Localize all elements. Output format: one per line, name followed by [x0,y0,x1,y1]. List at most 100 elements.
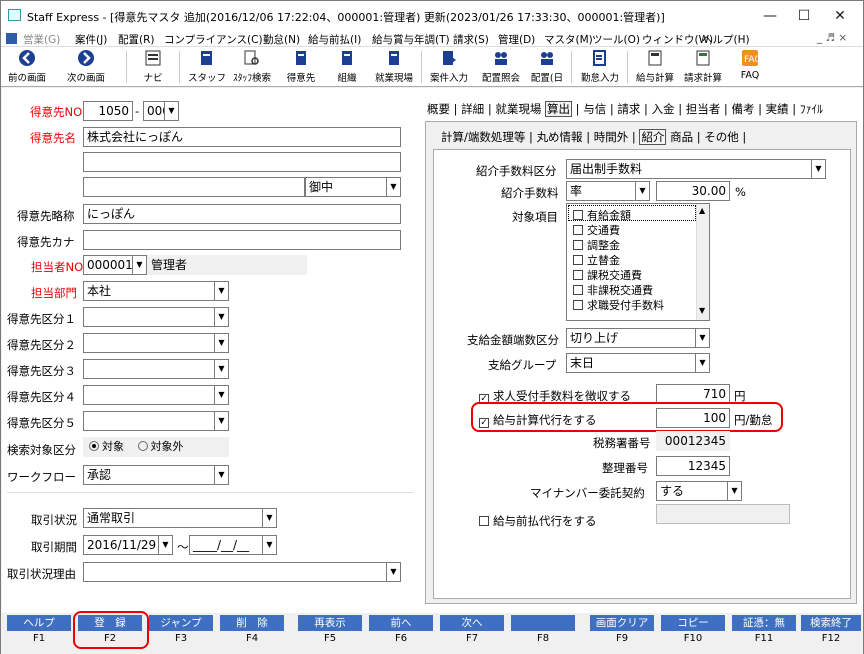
dept-select[interactable]: 本社 ▼ [83,281,229,301]
list-item[interactable]: 立替金 [573,252,620,268]
tab-files[interactable]: ﾌｧｲﾙ [800,102,823,116]
pay-group-select[interactable]: 末日 ▼ [566,353,710,373]
menu-haichi[interactable]: 配置(R) [118,32,155,47]
fee-value-input[interactable]: 30.00 [656,181,730,201]
trade-status-select[interactable]: 通常取引 ▼ [83,508,277,528]
reg-no-input[interactable]: 12345 [656,456,730,476]
staff-button[interactable]: スタッフ [187,49,227,84]
menu-seikyu[interactable]: 請求(S) [453,32,489,47]
customer-no-input[interactable]: 1050 [83,101,133,121]
menu-compliance[interactable]: コンプライアンス(C) [164,32,263,47]
tab-staff[interactable]: 担当者 [686,102,721,116]
worksite-button[interactable]: 就業現場 [371,49,417,84]
clear-screen-button[interactable]: 画面クリア [590,615,654,631]
list-scrollbar[interactable]: ▲ ▼ [696,204,709,320]
honorific-select[interactable]: 御中 ▼ [305,177,401,197]
menu-master[interactable]: マスタ(M) [544,32,593,47]
subtab-other[interactable]: その他 [704,130,739,144]
voucher-button[interactable]: 証憑：無 [732,615,796,631]
menu-help[interactable]: ヘルプ(H) [702,32,750,47]
subtab-referral[interactable]: 紹介 [639,129,667,145]
f8-button[interactable] [511,615,575,631]
tab-results[interactable]: 実績 [766,102,789,116]
delete-button[interactable]: 削 除 [220,615,284,631]
trade-to-input[interactable]: ____/__/__ ▼ [189,535,277,555]
trade-from-input[interactable]: 2016/11/29 ▼ [83,535,173,555]
customer-name3-input[interactable] [83,177,305,197]
search-target-on-radio[interactable]: 対象 [89,440,124,453]
customer-name2-input[interactable] [83,152,401,172]
list-item[interactable]: 調整金 [573,237,620,253]
class1-select[interactable]: ▼ [83,307,229,327]
menu-kintai[interactable]: 勤怠(N) [263,32,300,47]
tab-billing[interactable]: 請求 [617,102,640,116]
prev-screen-button[interactable]: 前の画面 [5,49,49,84]
attendance-input-button[interactable]: 勤怠入力 [577,49,623,84]
refresh-button[interactable]: 再表示 [298,615,362,631]
kana-input[interactable] [83,230,401,250]
placement-day-button[interactable]: 配置(日 [529,49,565,84]
org-button[interactable]: 組織 [331,49,363,84]
list-item[interactable]: 非課税交通費 [573,282,653,298]
fee-unit-select[interactable]: 率 ▼ [566,181,650,201]
minimize-button[interactable]: — [753,4,787,28]
tab-credit[interactable]: 与信 [583,102,606,116]
short-name-input[interactable]: にっぽん [83,204,401,224]
class3-select[interactable]: ▼ [83,359,229,379]
close-button[interactable]: ✕ [823,4,857,28]
class2-select[interactable]: ▼ [83,333,229,353]
advance-pay-checkbox[interactable]: 給与前払代行をする [479,513,597,529]
copy-button[interactable]: コピー [661,615,725,631]
workflow-select[interactable]: 承認 ▼ [83,465,229,485]
prev-button[interactable]: 前へ [369,615,433,631]
help-button[interactable]: ヘルプ [7,615,71,631]
class5-select[interactable]: ▼ [83,411,229,431]
scroll-up-icon[interactable]: ▲ [699,206,705,215]
menu-kyuyo[interactable]: 給与賞与年調(T) [372,32,450,47]
menu-kanri[interactable]: 管理(D) [498,32,535,47]
collect-fee-input[interactable]: 710 [656,384,730,404]
next-button[interactable]: 次へ [440,615,504,631]
payroll-calc-button[interactable]: 給与計算 [633,49,677,84]
menu-eigyo[interactable]: 営業(G) [23,32,60,47]
subtab-product[interactable]: 商品 [670,130,693,144]
next-screen-button[interactable]: 次の画面 [63,49,109,84]
customer-name-input[interactable]: 株式会社にっぽん [83,127,401,147]
tab-notes[interactable]: 備考 [731,102,754,116]
branch-select[interactable]: 000 ▼ [143,101,179,121]
case-input-button[interactable]: 案件入力 [426,49,472,84]
search-exit-button[interactable]: 検索終了 [801,615,861,631]
scroll-down-icon[interactable]: ▼ [699,306,705,315]
placement-inquiry-button[interactable]: 配置照会 [478,49,524,84]
rounding-select[interactable]: 切り上げ ▼ [566,328,710,348]
navi-button[interactable]: ナビ [135,49,171,84]
subtab-overtime[interactable]: 時間外 [594,130,629,144]
class4-select[interactable]: ▼ [83,385,229,405]
tab-overview[interactable]: 概要 [427,102,450,116]
list-item[interactable]: 求職受付手数料 [573,297,664,313]
staff-search-button[interactable]: ｽﾀｯﾌ検索 [229,49,275,84]
billing-calc-button[interactable]: 請求計算 [681,49,725,84]
faq-button[interactable]: FAQ FAQ [735,49,765,81]
target-items-list[interactable]: 有給金額 交通費 調整金 立替金 課税交通費 非課税交通費 求職受付手数料 ▲ … [566,203,710,321]
tab-detail[interactable]: 詳細 [461,102,484,116]
fee-kind-select[interactable]: 届出制手数料 ▼ [566,159,826,179]
subtab-marume[interactable]: 丸め情報 [537,130,583,144]
menu-anken[interactable]: 案件(J) [75,32,107,47]
mynumber-select[interactable]: する ▼ [656,481,742,501]
tab-worksite[interactable]: 就業現場 [495,102,541,116]
search-target-off-radio[interactable]: 対象外 [137,440,184,453]
list-item[interactable]: 交通費 [573,222,620,238]
jump-button[interactable]: ジャンプ [149,615,213,631]
list-item[interactable]: 有給金額 [573,207,631,223]
maximize-button[interactable]: ☐ [787,4,821,28]
trade-reason-select[interactable]: ▼ [83,562,401,582]
subtab-rounding[interactable]: 計算/端数処理等 [441,130,525,144]
customer-button[interactable]: 得意先 [281,49,321,84]
list-item[interactable]: 課税交通費 [573,267,642,283]
tab-payment[interactable]: 入金 [652,102,675,116]
staff-no-select[interactable]: 000001 ▼ [83,255,147,275]
menu-tool[interactable]: ツール(O) [592,32,640,47]
mdi-controls[interactable]: _ ♬ × [817,32,847,44]
tab-calc[interactable]: 算出 [545,101,573,117]
